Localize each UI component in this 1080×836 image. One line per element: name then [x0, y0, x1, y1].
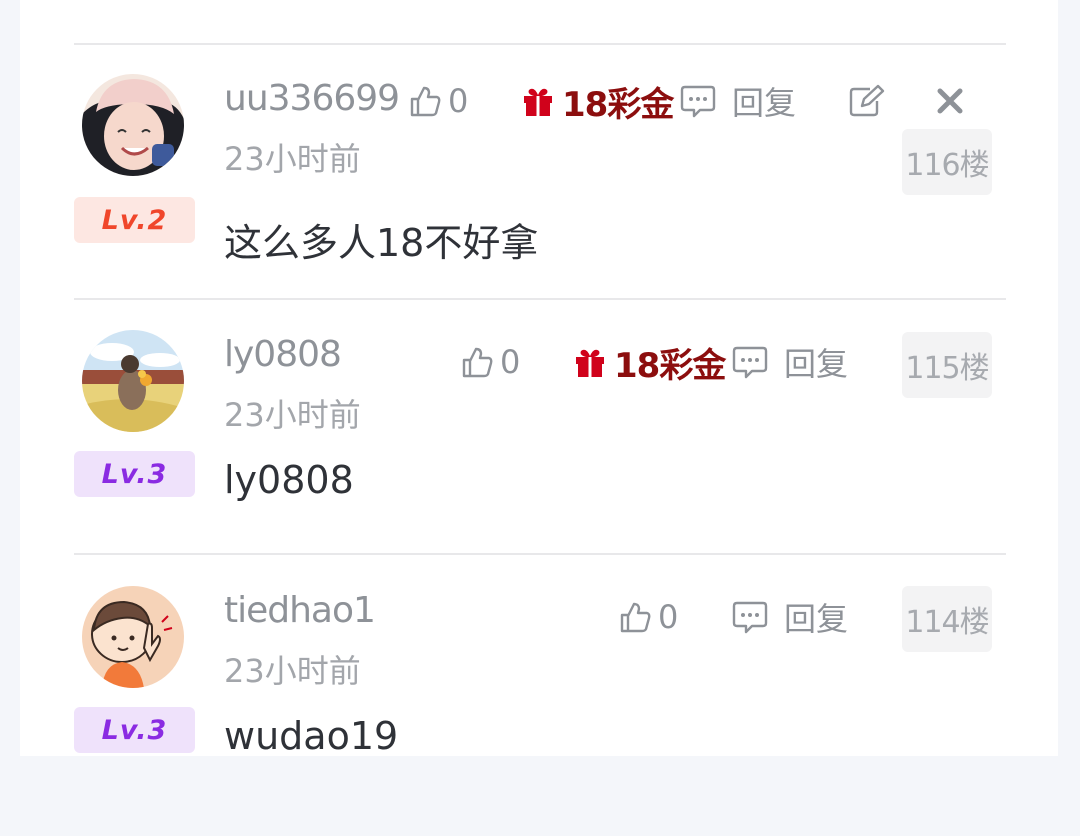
like-button[interactable]: 0 [618, 595, 678, 639]
comment-icon [732, 601, 768, 634]
gift-icon [524, 88, 552, 116]
comment-time: 23小时前 [224, 140, 361, 178]
level-badge: Lv.3 [74, 451, 195, 497]
comment-icon [680, 85, 716, 118]
comment-content: wudao19 [224, 714, 399, 758]
avatar-image [82, 74, 184, 176]
divider [74, 298, 1006, 300]
avatar-image [82, 586, 184, 688]
comment-item: ly0808 23小时前 Lv.3 ly0808 0 18彩金 回复 115楼 [0, 330, 1080, 580]
like-button[interactable]: 0 [460, 340, 520, 384]
level-badge: Lv.3 [74, 707, 195, 753]
like-count: 0 [658, 598, 679, 636]
comment-time: 23小时前 [224, 652, 361, 690]
reply-label: 回复 [732, 84, 797, 122]
avatar-image [82, 330, 184, 432]
avatar[interactable] [82, 330, 184, 432]
comment-icon [732, 346, 768, 379]
close-icon [937, 88, 963, 114]
edit-icon [849, 84, 885, 117]
reply-button[interactable]: 回复 [732, 595, 848, 639]
like-button[interactable]: 0 [408, 79, 468, 123]
reply-label: 回复 [784, 600, 849, 638]
thumb-up-icon [462, 347, 493, 378]
floor-number: 114楼 [902, 586, 992, 652]
avatar[interactable] [82, 74, 184, 176]
gift-label: 18彩金 [562, 84, 674, 125]
like-count: 0 [448, 82, 469, 120]
level-badge: Lv.2 [74, 197, 195, 243]
edit-button[interactable] [848, 79, 886, 123]
divider [74, 43, 1006, 45]
comment-item: uu336699 23小时前 Lv.2 这么多人18不好拿 0 18彩金 回复 [0, 74, 1080, 324]
reply-button[interactable]: 回复 [680, 79, 796, 123]
gift-icon [576, 349, 604, 377]
gift-label: 18彩金 [614, 345, 726, 386]
gift-button[interactable]: 18彩金 [574, 340, 726, 386]
delete-button[interactable] [936, 79, 964, 123]
username[interactable]: uu336699 [224, 78, 400, 119]
thumb-up-icon [620, 602, 651, 633]
username[interactable]: tiedhao1 [224, 590, 376, 631]
like-count: 0 [500, 343, 521, 381]
comment-content: ly0808 [224, 458, 354, 502]
floor-number: 115楼 [902, 332, 992, 398]
username[interactable]: ly0808 [224, 334, 342, 375]
thumb-up-icon [410, 86, 441, 117]
reply-label: 回复 [784, 345, 849, 383]
divider [74, 553, 1006, 555]
gift-button[interactable]: 18彩金 [522, 79, 674, 125]
comment-item: tiedhao1 23小时前 Lv.3 wudao19 0 回复 114楼 [0, 586, 1080, 836]
comment-time: 23小时前 [224, 396, 361, 434]
floor-number: 116楼 [902, 129, 992, 195]
comment-content: 这么多人18不好拿 [224, 221, 539, 265]
reply-button[interactable]: 回复 [732, 340, 848, 384]
avatar[interactable] [82, 586, 184, 688]
